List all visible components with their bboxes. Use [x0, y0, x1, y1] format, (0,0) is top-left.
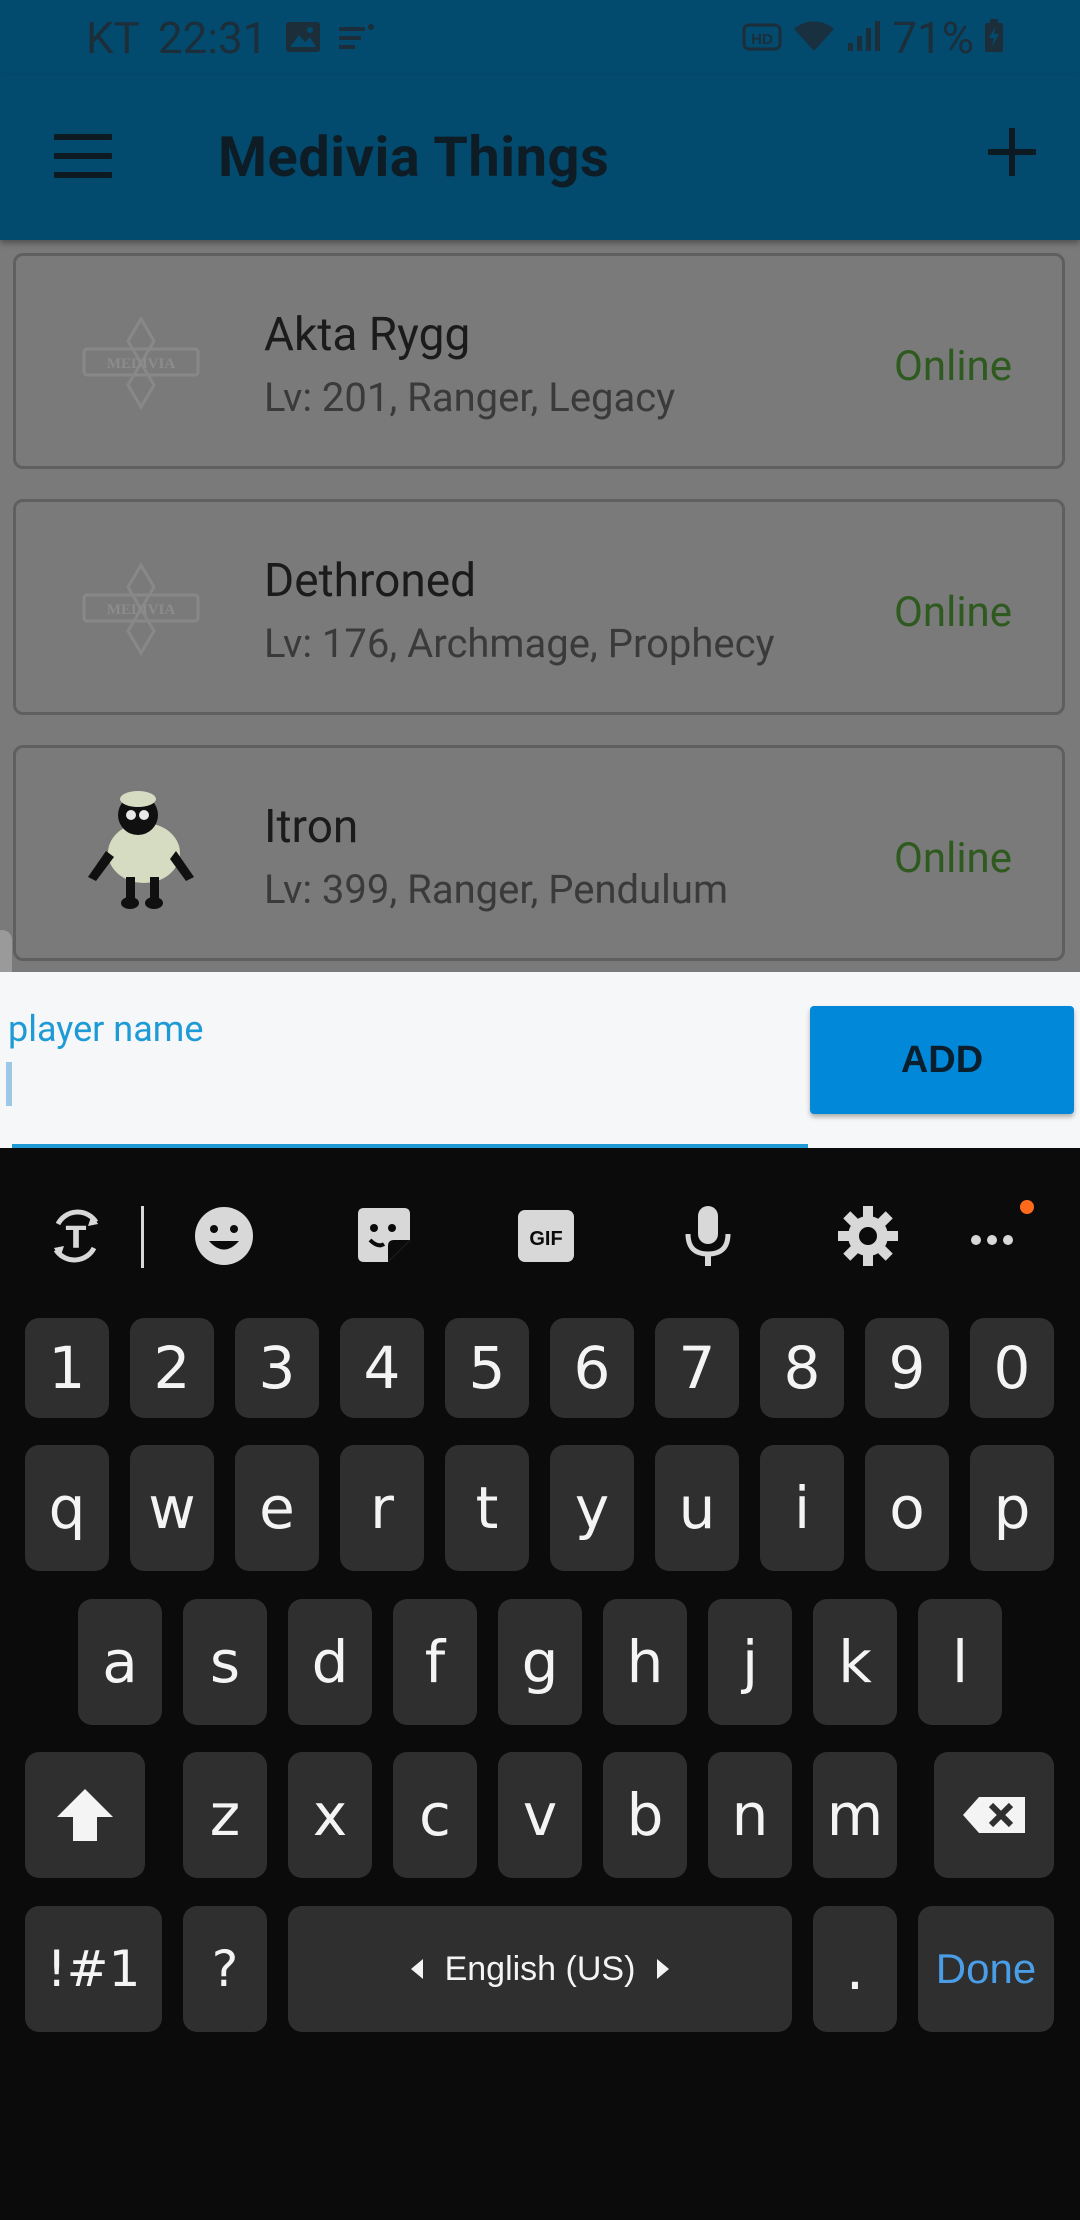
- key-l[interactable]: l: [918, 1599, 1002, 1725]
- key-y[interactable]: y: [550, 1445, 634, 1571]
- status-bar: KT 22:31 HD 71%: [0, 0, 1080, 76]
- svg-text:MEDIVIA: MEDIVIA: [107, 356, 176, 372]
- svg-text:MEDIVIA: MEDIVIA: [107, 602, 176, 618]
- toolbar-divider: [141, 1206, 144, 1268]
- key-c[interactable]: c: [393, 1752, 477, 1878]
- key-e[interactable]: e: [235, 1445, 319, 1571]
- key-t[interactable]: t: [445, 1445, 529, 1571]
- shift-key[interactable]: [25, 1752, 145, 1878]
- key-r[interactable]: r: [340, 1445, 424, 1571]
- key-i[interactable]: i: [760, 1445, 844, 1571]
- period-key[interactable]: .: [813, 1906, 897, 2032]
- text-translate-icon[interactable]: T: [44, 1204, 108, 1268]
- key-n[interactable]: n: [708, 1752, 792, 1878]
- key-j[interactable]: j: [708, 1599, 792, 1725]
- done-key[interactable]: Done: [918, 1906, 1054, 2032]
- player-status: Online: [894, 834, 1012, 883]
- language-left-icon: [410, 1959, 423, 1979]
- player-name-label: player name: [8, 1008, 204, 1050]
- medivia-logo-avatar: MEDIVIA: [76, 301, 206, 421]
- keyboard-toolbar: T GIF: [0, 1148, 1080, 1318]
- add-player-bar: player name ADD: [0, 972, 1080, 1148]
- key-2[interactable]: 2: [130, 1318, 214, 1418]
- key-u[interactable]: u: [655, 1445, 739, 1571]
- page-title: Medivia Things: [218, 124, 610, 190]
- sheep-avatar: [76, 791, 206, 913]
- player-card[interactable]: MEDIVIA Akta Rygg Lv: 201, Ranger, Legac…: [13, 253, 1065, 469]
- player-name: Akta Rygg: [264, 308, 471, 362]
- status-left: KT 22:31: [86, 12, 375, 64]
- key-p[interactable]: p: [970, 1445, 1054, 1571]
- soft-keyboard: T GIF 1 2 3 4 5 6 7 8 9 0 q w e r t y u: [0, 1148, 1080, 2220]
- backspace-icon: [963, 1797, 1025, 1833]
- key-4[interactable]: 4: [340, 1318, 424, 1418]
- wifi-icon: [792, 12, 836, 64]
- key-3[interactable]: 3: [235, 1318, 319, 1418]
- language-right-icon: [657, 1959, 670, 1979]
- question-key[interactable]: ?: [183, 1906, 267, 2032]
- key-5[interactable]: 5: [445, 1318, 529, 1418]
- player-info: Lv: 176, Archmage, Prophecy: [264, 620, 775, 667]
- key-k[interactable]: k: [813, 1599, 897, 1725]
- key-f[interactable]: f: [393, 1599, 477, 1725]
- emoji-icon[interactable]: [192, 1204, 256, 1268]
- key-g[interactable]: g: [498, 1599, 582, 1725]
- settings-gear-icon[interactable]: [836, 1204, 900, 1268]
- key-b[interactable]: b: [603, 1752, 687, 1878]
- svg-text:GIF: GIF: [529, 1228, 562, 1250]
- key-o[interactable]: o: [865, 1445, 949, 1571]
- key-q[interactable]: q: [25, 1445, 109, 1571]
- svg-text:T: T: [66, 1221, 87, 1256]
- player-info: Lv: 399, Ranger, Pendulum: [264, 866, 729, 913]
- player-status: Online: [894, 342, 1012, 391]
- key-x[interactable]: x: [288, 1752, 372, 1878]
- notes-notification-icon: [339, 12, 375, 64]
- space-language-label: English (US): [444, 1949, 636, 1988]
- gif-icon[interactable]: GIF: [514, 1204, 578, 1268]
- player-card[interactable]: Itron Lv: 399, Ranger, Pendulum Online: [13, 745, 1065, 961]
- carrier-label: KT: [86, 12, 140, 64]
- microphone-icon[interactable]: [676, 1204, 740, 1268]
- app-bar: Medivia Things: [0, 76, 1080, 240]
- signal-icon: [846, 12, 882, 64]
- player-name: Itron: [264, 800, 359, 854]
- battery-charging-icon: [984, 12, 1004, 64]
- notification-dot: [1020, 1200, 1034, 1214]
- clock: 22:31: [157, 12, 268, 64]
- key-6[interactable]: 6: [550, 1318, 634, 1418]
- backspace-key[interactable]: [934, 1752, 1054, 1878]
- player-status: Online: [894, 588, 1012, 637]
- key-7[interactable]: 7: [655, 1318, 739, 1418]
- key-d[interactable]: d: [288, 1599, 372, 1725]
- more-options-icon[interactable]: [966, 1204, 1030, 1268]
- hd-voice-icon: HD: [742, 12, 782, 64]
- key-s[interactable]: s: [183, 1599, 267, 1725]
- sticker-icon[interactable]: [352, 1204, 416, 1268]
- add-button[interactable]: ADD: [810, 1006, 1074, 1114]
- key-z[interactable]: z: [183, 1752, 267, 1878]
- status-right: HD 71%: [742, 12, 1004, 64]
- key-1[interactable]: 1: [25, 1318, 109, 1418]
- key-m[interactable]: m: [813, 1752, 897, 1878]
- text-cursor: [6, 1062, 12, 1106]
- svg-text:HD: HD: [751, 31, 773, 48]
- menu-icon[interactable]: [54, 134, 112, 178]
- shift-arrow-icon: [57, 1789, 113, 1841]
- player-info: Lv: 201, Ranger, Legacy: [264, 374, 676, 421]
- key-w[interactable]: w: [130, 1445, 214, 1571]
- key-a[interactable]: a: [78, 1599, 162, 1725]
- player-card[interactable]: MEDIVIA Dethroned Lv: 176, Archmage, Pro…: [13, 499, 1065, 715]
- key-8[interactable]: 8: [760, 1318, 844, 1418]
- key-0[interactable]: 0: [970, 1318, 1054, 1418]
- key-9[interactable]: 9: [865, 1318, 949, 1418]
- key-v[interactable]: v: [498, 1752, 582, 1878]
- battery-percent: 71%: [892, 12, 974, 64]
- medivia-logo-avatar: MEDIVIA: [76, 547, 206, 667]
- space-key[interactable]: English (US): [288, 1906, 792, 2032]
- player-name: Dethroned: [264, 554, 477, 608]
- key-h[interactable]: h: [603, 1599, 687, 1725]
- image-notification-icon: [285, 12, 321, 64]
- add-icon[interactable]: [988, 128, 1036, 176]
- symbols-key[interactable]: !#1: [25, 1906, 162, 2032]
